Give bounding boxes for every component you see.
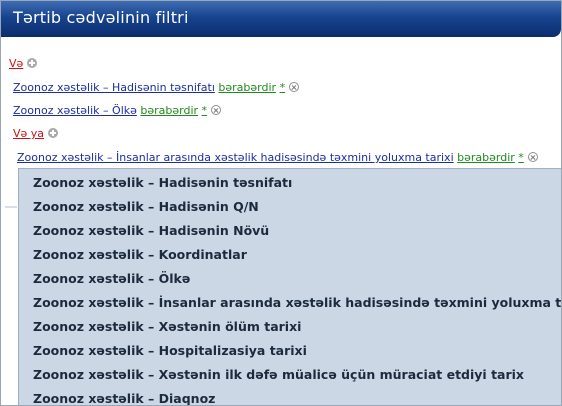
- dropdown-item[interactable]: Zoonoz xəstəlik – Hospitalizasiya tarixi: [33, 343, 307, 358]
- field-dropdown-list[interactable]: Zoonoz xəstəlik – Hadisənin təsnifatı Zo…: [18, 168, 561, 405]
- dropdown-item[interactable]: Zoonoz xəstəlik – Xəstənin ölüm tarixi: [33, 319, 301, 334]
- rule-field-link[interactable]: Zoonoz xəstəlik – İnsanlar arasında xəst…: [17, 151, 454, 164]
- add-condition-icon[interactable]: [48, 128, 59, 138]
- group-rule-row: Zoonoz xəstəlik – İnsanlar arasında xəst…: [17, 151, 538, 165]
- dropdown-item[interactable]: Zoonoz xəstəlik – Hadisənin Növü: [33, 223, 269, 238]
- title-bar: Tərtib cədvəlinin filtri: [1, 1, 561, 37]
- filter-window: Tərtib cədvəlinin filtri Və Zoonoz xəstə…: [0, 0, 562, 406]
- remove-rule-icon[interactable]: [527, 152, 538, 162]
- dropdown-item[interactable]: Zoonoz xəstəlik – Xəstənin ilk dəfə müal…: [33, 367, 524, 382]
- add-condition-icon[interactable]: [27, 58, 38, 68]
- rule-value-link[interactable]: *: [518, 151, 524, 164]
- rule-value-link[interactable]: *: [202, 104, 208, 117]
- window-title: Tərtib cədvəlinin filtri: [13, 8, 189, 27]
- dropdown-item[interactable]: Zoonoz xəstəlik – Diaqnoz: [33, 391, 215, 405]
- remove-rule-icon[interactable]: [211, 105, 222, 115]
- dropdown-item[interactable]: Zoonoz xəstəlik – Ölkə: [33, 271, 190, 286]
- filter-rule-row: Zoonoz xəstəlik – Ölkə bərabərdir *: [13, 104, 222, 118]
- root-operator-row: Və: [9, 57, 38, 71]
- dropdown-item[interactable]: Zoonoz xəstəlik – Hadisənin Q/N: [33, 199, 259, 214]
- tree-connector: [5, 206, 17, 208]
- dropdown-item[interactable]: Zoonoz xəstəlik – İnsanlar arasında xəst…: [33, 295, 561, 310]
- rule-condition-link[interactable]: bərabərdir: [457, 151, 515, 164]
- root-operator-link[interactable]: Və: [9, 57, 23, 70]
- rule-field-link[interactable]: Zoonoz xəstəlik – Ölkə: [13, 104, 137, 117]
- group-operator-link[interactable]: Və ya: [13, 127, 44, 140]
- group-operator-row: Və ya: [13, 127, 59, 141]
- rule-condition-link[interactable]: bərabərdir: [140, 104, 198, 117]
- filter-rule-row: Zoonoz xəstəlik – Hadisənin təsnifatı bə…: [13, 81, 300, 95]
- rule-condition-link[interactable]: bərabərdir: [218, 81, 276, 94]
- rule-field-link[interactable]: Zoonoz xəstəlik – Hadisənin təsnifatı: [13, 81, 215, 94]
- rule-value-link[interactable]: *: [280, 81, 286, 94]
- remove-rule-icon[interactable]: [289, 82, 300, 92]
- dropdown-item[interactable]: Zoonoz xəstəlik – Koordinatlar: [33, 247, 247, 262]
- dropdown-item[interactable]: Zoonoz xəstəlik – Hadisənin təsnifatı: [33, 175, 292, 190]
